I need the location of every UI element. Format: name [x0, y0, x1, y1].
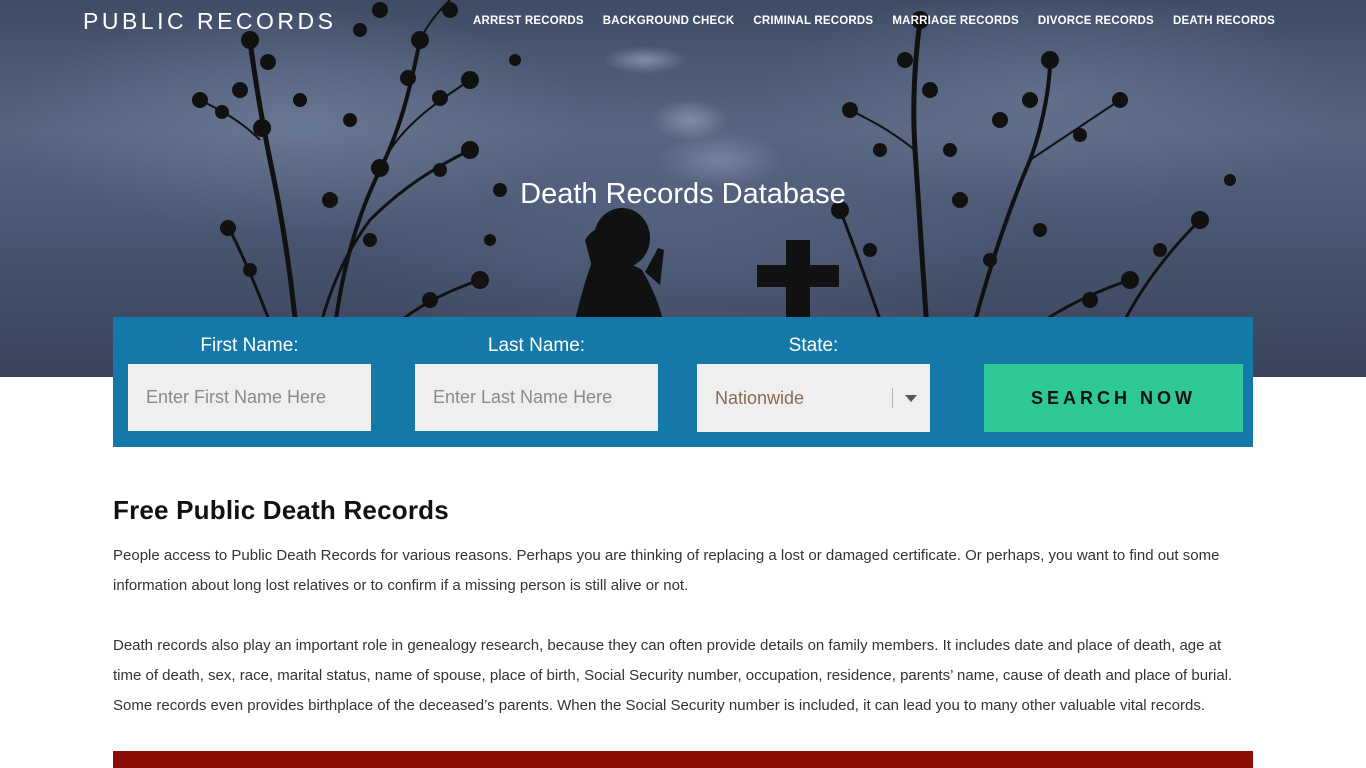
- main-nav: ARREST RECORDS BACKGROUND CHECK CRIMINAL…: [473, 15, 1275, 27]
- search-now-button[interactable]: SEARCH NOW: [984, 364, 1243, 432]
- hero-title: Death Records Database: [520, 178, 846, 210]
- last-name-input[interactable]: [415, 364, 658, 431]
- last-name-label: Last Name:: [487, 335, 586, 356]
- nav-divorce-records[interactable]: DIVORCE RECORDS: [1038, 15, 1154, 27]
- state-label: State:: [788, 335, 839, 356]
- section-banner: [113, 751, 1253, 768]
- main-content: Free Public Death Records People access …: [113, 495, 1253, 751]
- state-select[interactable]: Nationwide: [697, 364, 930, 432]
- site-logo[interactable]: PUBLIC RECORDS: [83, 8, 336, 35]
- select-divider: [892, 388, 893, 408]
- nav-arrest-records[interactable]: ARREST RECORDS: [473, 15, 584, 27]
- first-name-input[interactable]: [128, 364, 371, 431]
- intro-paragraph: People access to Public Death Records fo…: [113, 547, 1220, 594]
- page-heading: Free Public Death Records: [113, 495, 449, 525]
- nav-criminal-records[interactable]: CRIMINAL RECORDS: [753, 15, 873, 27]
- search-form: First Name: Last Name: State: Nationwide…: [113, 317, 1253, 447]
- nav-marriage-records[interactable]: MARRIAGE RECORDS: [892, 15, 1019, 27]
- chevron-down-icon[interactable]: [905, 395, 917, 402]
- first-name-label: First Name:: [200, 335, 299, 356]
- nav-background-check[interactable]: BACKGROUND CHECK: [603, 15, 735, 27]
- state-selected-value: Nationwide: [715, 387, 805, 408]
- nav-death-records[interactable]: DEATH RECORDS: [1173, 15, 1275, 27]
- genealogy-paragraph: Death records also play an important rol…: [113, 637, 1233, 714]
